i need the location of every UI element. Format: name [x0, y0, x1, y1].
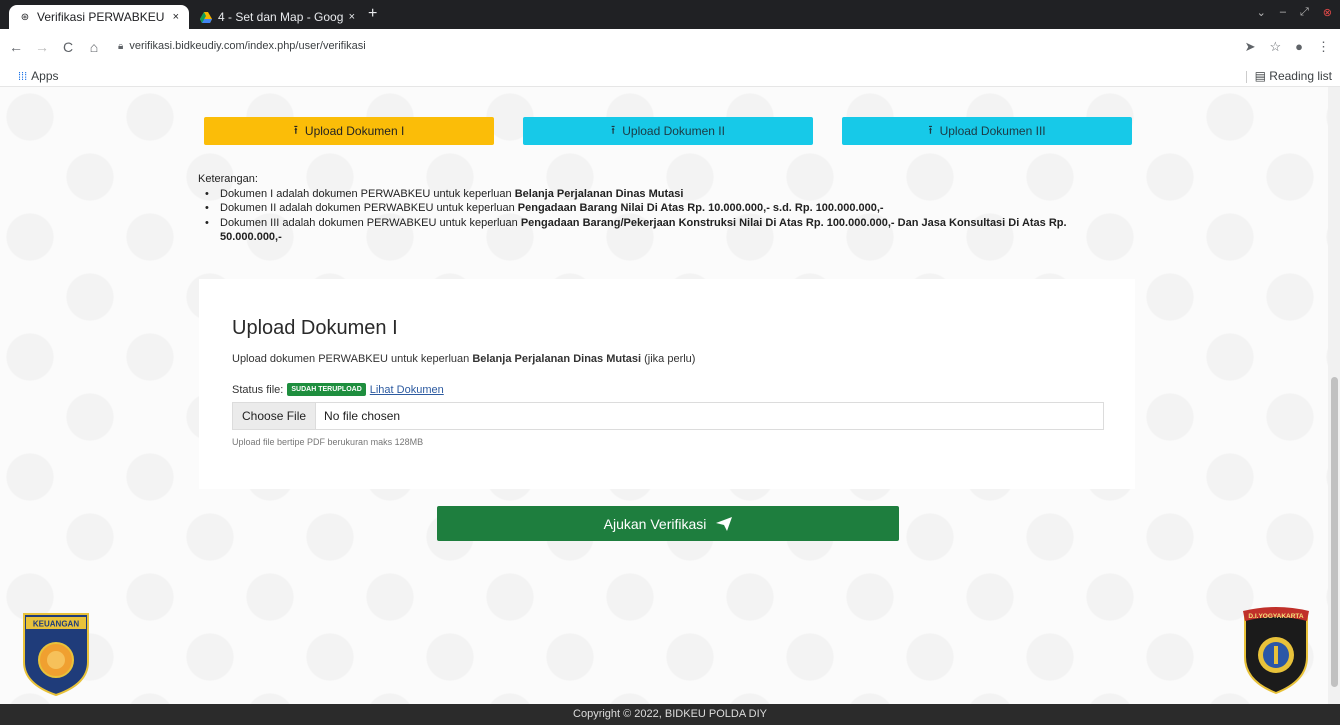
menu-icon[interactable]: ⋮: [1317, 39, 1330, 55]
reading-list[interactable]: ▤ Reading list: [1245, 69, 1332, 83]
note-bold: Pengadaan Barang Nilai Di Atas Rp. 10.00…: [517, 202, 884, 214]
page-content: ⭱ Upload Dokumen I ⭱ Upload Dokumen II ⭱ Up…: [0, 87, 1340, 704]
drive-icon: [200, 11, 212, 23]
scrollbar-thumb[interactable]: [1331, 377, 1338, 687]
browser-toolbar: ← → C ⌂ 🔒︎ verifikasi.bidkeudiy.com/index…: [0, 29, 1340, 65]
note-text: Dokumen I adalah dokumen PERWABKEU untuk…: [220, 187, 515, 200]
page-footer: Copyright © 2022, BIDKEU POLDA DIY: [0, 704, 1340, 725]
upload-dokumen-3-button[interactable]: ⭱ Upload Dokumen III: [842, 117, 1132, 145]
note-bold: Belanja Perjalanan Dinas Mutasi: [514, 187, 684, 200]
file-hint: Upload file bertipe PDF berukuran maks 1…: [232, 437, 424, 447]
divider: [1245, 70, 1247, 83]
forward-icon[interactable]: →: [32, 39, 52, 55]
profile-icon[interactable]: ●: [1295, 39, 1303, 55]
upload-icon: ⭱: [611, 122, 616, 137]
send-icon: [716, 516, 733, 531]
browser-tab-active[interactable]: ⊛ Verifikasi PERWABKEU - ×: [9, 5, 189, 29]
notes-list: Dokumen I adalah dokumen PERWABKEU untuk…: [198, 187, 1118, 245]
apps-bookmark[interactable]: ⁞⁞⁞ Apps: [18, 69, 59, 83]
tab-close-icon[interactable]: ×: [173, 11, 179, 23]
tab-search-icon[interactable]: ⌄: [1257, 6, 1266, 19]
form-title: Upload Dokumen I: [232, 317, 398, 339]
upload-dokumen-2-button[interactable]: ⭱ Upload Dokumen II: [523, 117, 813, 145]
tab-close-icon[interactable]: ×: [349, 11, 355, 23]
window-controls: ⌄ – ⤢ ⊗: [1257, 6, 1332, 19]
desc-suffix: (jika perlu): [641, 353, 696, 365]
polda-diy-logo: D.I.YOGYAKARTA: [1241, 605, 1311, 700]
desc-bold: Belanja Perjalanan Dinas Mutasi: [472, 353, 642, 365]
globe-icon: ⊛: [20, 11, 30, 23]
upload-form-card: Upload Dokumen I Upload dokumen PERWABKE…: [199, 279, 1135, 489]
reading-list-label: Reading list: [1269, 69, 1332, 83]
status-badge: SUDAH TERUPLOAD: [287, 383, 366, 396]
back-icon[interactable]: ←: [6, 39, 26, 55]
tab-title: Verifikasi PERWABKEU -: [37, 10, 167, 24]
address-bar[interactable]: 🔒︎ verifikasi.bidkeudiy.com/index.php/use…: [118, 40, 366, 52]
desc-text: Upload dokumen PERWABKEU untuk keperluan: [232, 353, 473, 365]
form-description: Upload dokumen PERWABKEU untuk keperluan…: [232, 353, 695, 365]
button-label: Upload Dokumen III: [939, 124, 1046, 138]
upload-icon: ⭱: [293, 122, 298, 137]
submit-verification-button[interactable]: Ajukan Verifikasi: [437, 506, 899, 541]
button-label: Upload Dokumen I: [304, 124, 405, 138]
list-item: Dokumen I adalah dokumen PERWABKEU untuk…: [198, 187, 1118, 202]
no-file-text: No file chosen: [324, 409, 401, 423]
maximize-icon[interactable]: ⤢: [1300, 6, 1309, 19]
lock-icon: 🔒︎: [118, 41, 124, 52]
keuangan-logo: KEUANGAN: [22, 612, 90, 702]
url-text: verifikasi.bidkeudiy.com/index.php/user/…: [129, 40, 366, 52]
new-tab-button[interactable]: +: [368, 5, 377, 23]
minimize-icon[interactable]: –: [1280, 6, 1286, 19]
home-icon[interactable]: ⌂: [84, 39, 104, 55]
svg-text:KEUANGAN: KEUANGAN: [33, 620, 79, 629]
reading-list-icon: ▤: [1254, 69, 1270, 83]
note-text: Dokumen III adalah dokumen PERWABKEU unt…: [220, 216, 521, 229]
browser-tab[interactable]: 4 - Set dan Map - Google ×: [190, 5, 365, 29]
notes-heading: Keterangan:: [198, 173, 258, 185]
list-item: Dokumen II adalah dokumen PERWABKEU untu…: [198, 201, 1118, 216]
close-window-icon[interactable]: ⊗: [1323, 6, 1332, 19]
list-item: Dokumen III adalah dokumen PERWABKEU unt…: [198, 216, 1118, 245]
browser-tabbar: ⊛ Verifikasi PERWABKEU - × 4 - Set dan M…: [0, 0, 1340, 29]
page-scrollbar[interactable]: [1328, 87, 1340, 704]
bookmarks-bar: ⁞⁞⁞ Apps ▤ Reading list: [0, 65, 1340, 87]
submit-label: Ajukan Verifikasi: [603, 515, 707, 532]
upload-icon: ⭱: [928, 122, 933, 137]
apps-label: Apps: [31, 69, 59, 83]
file-status: Status file: SUDAH TERUPLOAD Lihat Dokum…: [232, 383, 444, 396]
svg-text:D.I.YOGYAKARTA: D.I.YOGYAKARTA: [1248, 613, 1304, 620]
upload-dokumen-1-button[interactable]: ⭱ Upload Dokumen I: [204, 117, 494, 145]
apps-grid-icon: ⁞⁞⁞: [18, 71, 28, 83]
reload-icon[interactable]: C: [58, 39, 78, 55]
status-label: Status file:: [232, 383, 284, 396]
choose-file-button[interactable]: Choose File: [233, 403, 317, 429]
note-text: Dokumen II adalah dokumen PERWABKEU untu…: [220, 202, 518, 214]
view-document-link[interactable]: Lihat Dokumen: [370, 384, 444, 396]
button-label: Upload Dokumen II: [622, 124, 725, 138]
send-icon[interactable]: ➤: [1245, 39, 1256, 55]
file-input[interactable]: Choose File No file chosen: [232, 402, 1104, 430]
tab-title: 4 - Set dan Map - Google: [218, 10, 343, 24]
star-icon[interactable]: ☆: [1269, 39, 1281, 55]
notes-section: Keterangan: Dokumen I adalah dokumen PER…: [198, 172, 1118, 245]
